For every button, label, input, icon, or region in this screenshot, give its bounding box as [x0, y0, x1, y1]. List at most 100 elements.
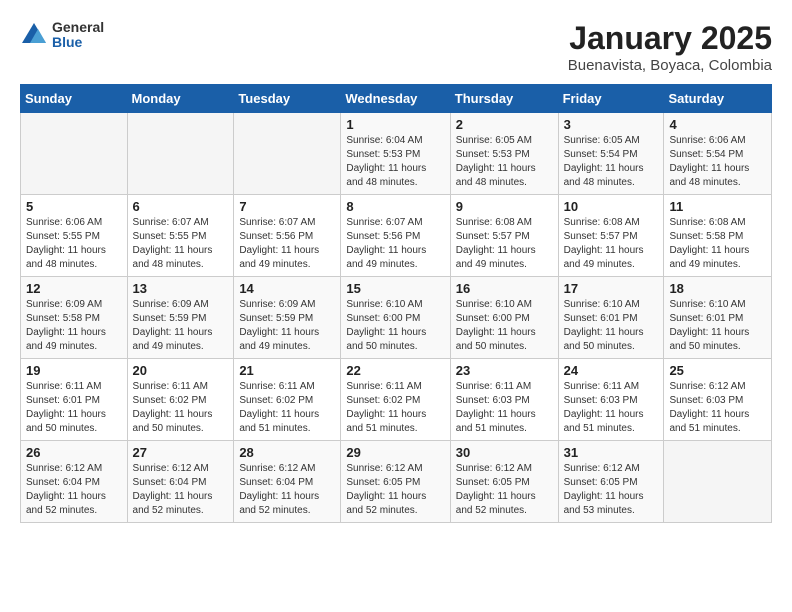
day-info: Sunrise: 6:11 AMSunset: 6:01 PMDaylight:…	[26, 380, 122, 436]
day-info: Sunrise: 6:11 AMSunset: 6:03 PMDaylight:…	[456, 380, 553, 436]
day-cell: 25 Sunrise: 6:12 AMSunset: 6:03 PMDayligh…	[664, 359, 772, 441]
day-number: 17	[564, 281, 659, 296]
day-cell: 30 Sunrise: 6:12 AMSunset: 6:05 PMDayligh…	[450, 441, 558, 523]
day-number: 12	[26, 281, 122, 296]
header-cell-tuesday: Tuesday	[234, 85, 341, 113]
week-row-2: 5 Sunrise: 6:06 AMSunset: 5:55 PMDaylight…	[21, 195, 772, 277]
day-number: 18	[669, 281, 766, 296]
day-number: 26	[26, 445, 122, 460]
day-number: 31	[564, 445, 659, 460]
day-cell	[234, 113, 341, 195]
day-cell: 10 Sunrise: 6:08 AMSunset: 5:57 PMDayligh…	[558, 195, 664, 277]
day-cell: 1Sunrise: 6:04 AMSunset: 5:53 PMDaylight…	[341, 113, 450, 195]
day-cell: 26 Sunrise: 6:12 AMSunset: 6:04 PMDayligh…	[21, 441, 128, 523]
calendar-title: January 2025	[568, 20, 772, 57]
day-info: Sunrise: 6:08 AMSunset: 5:57 PMDaylight:…	[564, 216, 659, 272]
day-info: Sunrise: 6:12 AMSunset: 6:04 PMDaylight:…	[239, 462, 335, 518]
day-cell: 23 Sunrise: 6:11 AMSunset: 6:03 PMDayligh…	[450, 359, 558, 441]
day-info: Sunrise: 6:12 AMSunset: 6:03 PMDaylight:…	[669, 380, 766, 436]
day-cell: 29 Sunrise: 6:12 AMSunset: 6:05 PMDayligh…	[341, 441, 450, 523]
day-info: Sunrise: 6:11 AMSunset: 6:02 PMDaylight:…	[133, 380, 229, 436]
day-info: Sunrise: 6:12 AMSunset: 6:04 PMDaylight:…	[133, 462, 229, 518]
day-cell: 14 Sunrise: 6:09 AMSunset: 5:59 PMDayligh…	[234, 277, 341, 359]
header-cell-saturday: Saturday	[664, 85, 772, 113]
header-cell-monday: Monday	[127, 85, 234, 113]
calendar-table: SundayMondayTuesdayWednesdayThursdayFrid…	[20, 84, 772, 523]
day-info: Sunrise: 6:05 AMSunset: 5:53 PMDaylight:…	[456, 134, 553, 190]
day-cell: 21 Sunrise: 6:11 AMSunset: 6:02 PMDayligh…	[234, 359, 341, 441]
day-number: 21	[239, 363, 335, 378]
day-cell: 31 Sunrise: 6:12 AMSunset: 6:05 PMDayligh…	[558, 441, 664, 523]
day-cell: 7 Sunrise: 6:07 AMSunset: 5:56 PMDaylight…	[234, 195, 341, 277]
day-cell: 27 Sunrise: 6:12 AMSunset: 6:04 PMDayligh…	[127, 441, 234, 523]
day-info: Sunrise: 6:07 AMSunset: 5:56 PMDaylight:…	[239, 216, 335, 272]
logo-general-text: General	[52, 20, 104, 35]
day-number: 11	[669, 199, 766, 214]
header: General Blue January 2025 Buenavista, Bo…	[20, 20, 772, 74]
day-number: 14	[239, 281, 335, 296]
day-number: 23	[456, 363, 553, 378]
header-cell-thursday: Thursday	[450, 85, 558, 113]
day-cell	[21, 113, 128, 195]
day-cell	[127, 113, 234, 195]
day-cell: 8Sunrise: 6:07 AMSunset: 5:56 PMDaylight…	[341, 195, 450, 277]
day-info: Sunrise: 6:09 AMSunset: 5:59 PMDaylight:…	[239, 298, 335, 354]
day-cell: 16Sunrise: 6:10 AMSunset: 6:00 PMDayligh…	[450, 277, 558, 359]
day-number: 3	[564, 117, 659, 132]
day-info: Sunrise: 6:11 AMSunset: 6:03 PMDaylight:…	[564, 380, 659, 436]
week-row-3: 12 Sunrise: 6:09 AMSunset: 5:58 PMDayligh…	[21, 277, 772, 359]
day-cell: 20Sunrise: 6:11 AMSunset: 6:02 PMDayligh…	[127, 359, 234, 441]
day-cell: 15Sunrise: 6:10 AMSunset: 6:00 PMDayligh…	[341, 277, 450, 359]
day-number: 25	[669, 363, 766, 378]
logo-text: General Blue	[52, 20, 104, 51]
day-cell: 22 Sunrise: 6:11 AMSunset: 6:02 PMDayligh…	[341, 359, 450, 441]
day-info: Sunrise: 6:08 AMSunset: 5:57 PMDaylight:…	[456, 216, 553, 272]
week-row-5: 26 Sunrise: 6:12 AMSunset: 6:04 PMDayligh…	[21, 441, 772, 523]
header-row: SundayMondayTuesdayWednesdayThursdayFrid…	[21, 85, 772, 113]
day-number: 29	[346, 445, 444, 460]
day-number: 8	[346, 199, 444, 214]
day-number: 5	[26, 199, 122, 214]
day-info: Sunrise: 6:12 AMSunset: 6:05 PMDaylight:…	[456, 462, 553, 518]
header-cell-sunday: Sunday	[21, 85, 128, 113]
day-number: 15	[346, 281, 444, 296]
day-info: Sunrise: 6:12 AMSunset: 6:04 PMDaylight:…	[26, 462, 122, 518]
day-number: 24	[564, 363, 659, 378]
day-info: Sunrise: 6:12 AMSunset: 6:05 PMDaylight:…	[346, 462, 444, 518]
day-info: Sunrise: 6:11 AMSunset: 6:02 PMDaylight:…	[346, 380, 444, 436]
calendar-subtitle: Buenavista, Boyaca, Colombia	[568, 57, 772, 74]
week-row-4: 19Sunrise: 6:11 AMSunset: 6:01 PMDayligh…	[21, 359, 772, 441]
day-info: Sunrise: 6:10 AMSunset: 6:01 PMDaylight:…	[669, 298, 766, 354]
day-info: Sunrise: 6:10 AMSunset: 6:01 PMDaylight:…	[564, 298, 659, 354]
title-section: January 2025 Buenavista, Boyaca, Colombi…	[568, 20, 772, 74]
day-cell: 13Sunrise: 6:09 AMSunset: 5:59 PMDayligh…	[127, 277, 234, 359]
day-cell	[664, 441, 772, 523]
day-info: Sunrise: 6:06 AMSunset: 5:55 PMDaylight:…	[26, 216, 122, 272]
day-number: 22	[346, 363, 444, 378]
day-number: 10	[564, 199, 659, 214]
day-info: Sunrise: 6:08 AMSunset: 5:58 PMDaylight:…	[669, 216, 766, 272]
day-number: 30	[456, 445, 553, 460]
day-info: Sunrise: 6:07 AMSunset: 5:55 PMDaylight:…	[133, 216, 229, 272]
logo-icon	[20, 21, 48, 49]
day-cell: 9 Sunrise: 6:08 AMSunset: 5:57 PMDaylight…	[450, 195, 558, 277]
day-number: 13	[133, 281, 229, 296]
day-cell: 12 Sunrise: 6:09 AMSunset: 5:58 PMDayligh…	[21, 277, 128, 359]
day-cell: 17 Sunrise: 6:10 AMSunset: 6:01 PMDayligh…	[558, 277, 664, 359]
day-cell: 18 Sunrise: 6:10 AMSunset: 6:01 PMDayligh…	[664, 277, 772, 359]
day-number: 7	[239, 199, 335, 214]
day-cell: 19Sunrise: 6:11 AMSunset: 6:01 PMDayligh…	[21, 359, 128, 441]
day-info: Sunrise: 6:11 AMSunset: 6:02 PMDaylight:…	[239, 380, 335, 436]
logo-blue-text: Blue	[52, 35, 104, 50]
day-number: 27	[133, 445, 229, 460]
day-number: 2	[456, 117, 553, 132]
day-number: 28	[239, 445, 335, 460]
day-cell: 4Sunrise: 6:06 AMSunset: 5:54 PMDaylight…	[664, 113, 772, 195]
day-cell: 24 Sunrise: 6:11 AMSunset: 6:03 PMDayligh…	[558, 359, 664, 441]
day-number: 9	[456, 199, 553, 214]
day-info: Sunrise: 6:04 AMSunset: 5:53 PMDaylight:…	[346, 134, 444, 190]
day-info: Sunrise: 6:09 AMSunset: 5:58 PMDaylight:…	[26, 298, 122, 354]
day-info: Sunrise: 6:12 AMSunset: 6:05 PMDaylight:…	[564, 462, 659, 518]
day-number: 16	[456, 281, 553, 296]
day-cell: 28 Sunrise: 6:12 AMSunset: 6:04 PMDayligh…	[234, 441, 341, 523]
